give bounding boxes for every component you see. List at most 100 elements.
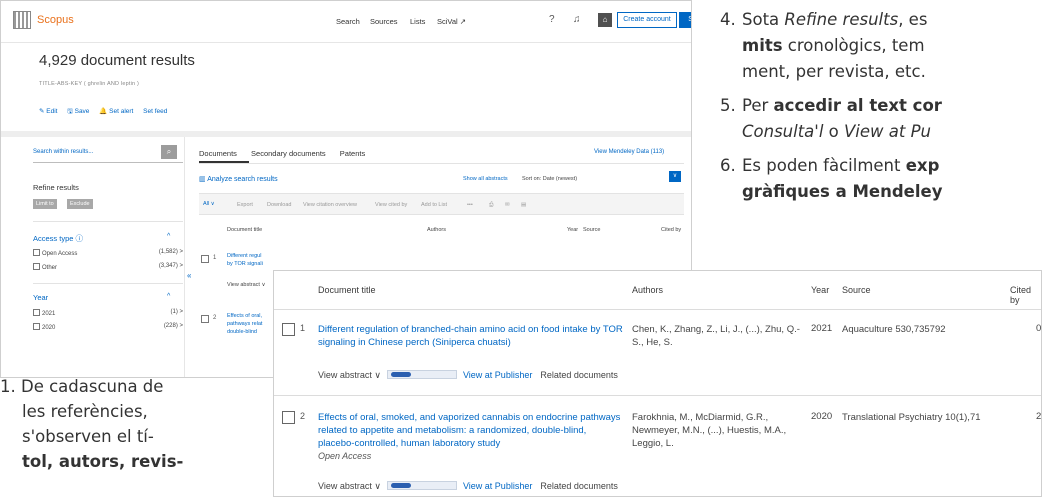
step-text: cronològics, tem [782, 36, 925, 55]
view-abstract-link[interactable]: View abstract ∨ [227, 282, 265, 288]
save-link[interactable]: 🖫 Save [67, 108, 89, 115]
checkbox[interactable] [33, 249, 40, 256]
mendeley-data-link[interactable]: View Mendeley Data (113) [594, 149, 664, 155]
add-to-list-button[interactable]: Add to List [421, 202, 447, 208]
document-title-link[interactable]: Effects of oral, smoked, and vaporized c… [318, 411, 623, 450]
facet-2020[interactable]: 2020 (228) > [33, 323, 183, 331]
row-actions: View abstract ∨ View at Publisher Related … [318, 481, 618, 492]
year-value: 2021 [811, 323, 833, 334]
step-text: gràfiques a Mendeley [742, 182, 943, 201]
authors-list[interactable]: Chen, K., Zhang, Z., Li, J., (...), Zhu,… [632, 323, 804, 349]
facet-2021[interactable]: 2021 (1) > [33, 309, 183, 317]
limit-to-button[interactable]: Limit to [33, 199, 57, 209]
col-year: Year [811, 285, 830, 295]
analyze-results-link[interactable]: ▥ Analyze search results [199, 175, 278, 183]
more-icon[interactable]: ••• [467, 202, 473, 208]
col-document-title: Document title [227, 227, 263, 233]
related-documents-link[interactable]: Related documents [540, 481, 618, 491]
nav-lists[interactable]: Lists [410, 17, 425, 26]
consultal-badge-icon[interactable] [386, 481, 457, 490]
chevron-up-icon[interactable]: ^ [167, 233, 170, 240]
step-4-line-3: ment, per revista, etc. [742, 62, 926, 81]
facet-open-access[interactable]: Open Access (1,582) > [33, 249, 183, 257]
edit-link[interactable]: ✎ Edit [39, 108, 57, 115]
facet-count: (3,347) > [158, 263, 183, 269]
download-button[interactable]: Download [267, 202, 291, 208]
view-abstract-button[interactable]: View abstract ∨ [318, 481, 381, 491]
set-feed-link[interactable]: Set feed [143, 108, 167, 115]
view-at-publisher-link[interactable]: View at Publisher [463, 370, 532, 380]
nav-search[interactable]: Search [336, 17, 360, 26]
row-checkbox[interactable] [282, 323, 295, 336]
view-citation-overview-button[interactable]: View citation overview [303, 202, 357, 208]
view-cited-by-button[interactable]: View cited by [375, 202, 407, 208]
nav-scival[interactable]: SciVal ↗ [437, 17, 466, 26]
access-type-heading[interactable]: Access type ⓘ [33, 233, 83, 244]
checkbox[interactable] [33, 323, 40, 330]
col-cited-by: Cited by [661, 227, 682, 233]
create-account-button[interactable]: Create account [617, 12, 677, 28]
consultal-badge-icon[interactable] [386, 370, 457, 379]
col-source: Source [583, 227, 601, 233]
scopus-brand[interactable]: Scopus [37, 14, 74, 26]
elsevier-logo-icon [13, 11, 31, 29]
checkbox[interactable] [33, 263, 40, 270]
sign-in-button[interactable]: Sign in [679, 12, 691, 28]
step-4-line-2: mits cronològics, tem [742, 34, 925, 58]
related-documents-link[interactable]: Related documents [540, 370, 618, 380]
title-line: Effects of oral, [227, 313, 263, 319]
checkbox[interactable] [33, 309, 40, 316]
results-count-title: 4,929 document results [39, 52, 195, 69]
source-value[interactable]: Aquaculture 530,735792 [842, 323, 1012, 336]
row-title[interactable]: Different regul by TOR signali [227, 252, 263, 268]
step-number: 5. [720, 96, 736, 115]
col-year: Year [567, 227, 579, 233]
exclude-button[interactable]: Exclude [67, 199, 93, 209]
facet-other[interactable]: Other (3,347) > [33, 263, 183, 271]
nav-sources[interactable]: Sources [370, 17, 398, 26]
authors-list[interactable]: Farokhnia, M., McDiarmid, G.R., Newmeyer… [632, 411, 804, 450]
search-actions: ✎ Edit 🖫 Save 🔔 Set alert Set feed [39, 107, 175, 118]
step-text: Consulta'l [742, 122, 824, 141]
view-at-publisher-link[interactable]: View at Publisher [463, 481, 532, 491]
cited-by-value[interactable]: 2 [1036, 411, 1041, 422]
bell-icon[interactable]: ♫ [573, 14, 581, 25]
step-text: Sota [742, 10, 785, 29]
chevron-down-icon[interactable]: ∨ [669, 171, 681, 182]
row-number: 1 [300, 323, 306, 333]
facet-label: 2021 [42, 311, 56, 317]
export-button[interactable]: Export [237, 202, 253, 208]
title-line: pathways relat [227, 321, 263, 327]
row-checkbox[interactable] [201, 315, 209, 323]
source-value[interactable]: Translational Psychiatry 10(1),71 [842, 411, 1012, 424]
side-line: les referències, [22, 402, 148, 421]
row-checkbox[interactable] [201, 255, 209, 263]
bibliography-icon[interactable]: ▤ [521, 202, 526, 208]
side-line: 1. De cadascuna de [0, 374, 163, 399]
set-alert-link[interactable]: 🔔 Set alert [99, 108, 133, 115]
search-icon[interactable]: ⌕ [161, 145, 177, 159]
email-icon[interactable]: ✉ [505, 202, 510, 208]
row-title[interactable]: Effects of oral, pathways relat double-bli… [227, 312, 262, 336]
chevron-up-icon[interactable]: ^ [167, 293, 170, 300]
show-all-abstracts-link[interactable]: Show all abstracts [463, 176, 508, 182]
tab-patents[interactable]: Patents [340, 149, 365, 158]
title-line: Different regul [227, 253, 262, 259]
print-icon[interactable]: ⎙ [489, 202, 493, 209]
select-all-dropdown[interactable]: All ∨ [203, 201, 215, 207]
facet-label: Open Access [42, 251, 78, 257]
year-heading[interactable]: Year [33, 293, 48, 302]
sort-selector[interactable]: Sort on: Date (newest) [522, 176, 577, 182]
divider [33, 221, 183, 222]
help-icon[interactable]: ? [549, 14, 555, 25]
tab-secondary-documents[interactable]: Secondary documents [251, 149, 326, 158]
step-5-line-1: 5. Per accedir al text cor [720, 94, 942, 118]
document-title-link[interactable]: Different regulation of branched-chain a… [318, 323, 623, 349]
institution-icon[interactable]: ⌂ [598, 13, 612, 27]
view-abstract-button[interactable]: View abstract ∨ [318, 370, 381, 380]
tab-documents[interactable]: Documents [199, 149, 237, 158]
refine-panel: Search within results... ⌕ Refine result… [25, 137, 185, 377]
row-checkbox[interactable] [282, 411, 295, 424]
cited-by-value[interactable]: 0 [1036, 323, 1041, 334]
divider [33, 283, 183, 284]
